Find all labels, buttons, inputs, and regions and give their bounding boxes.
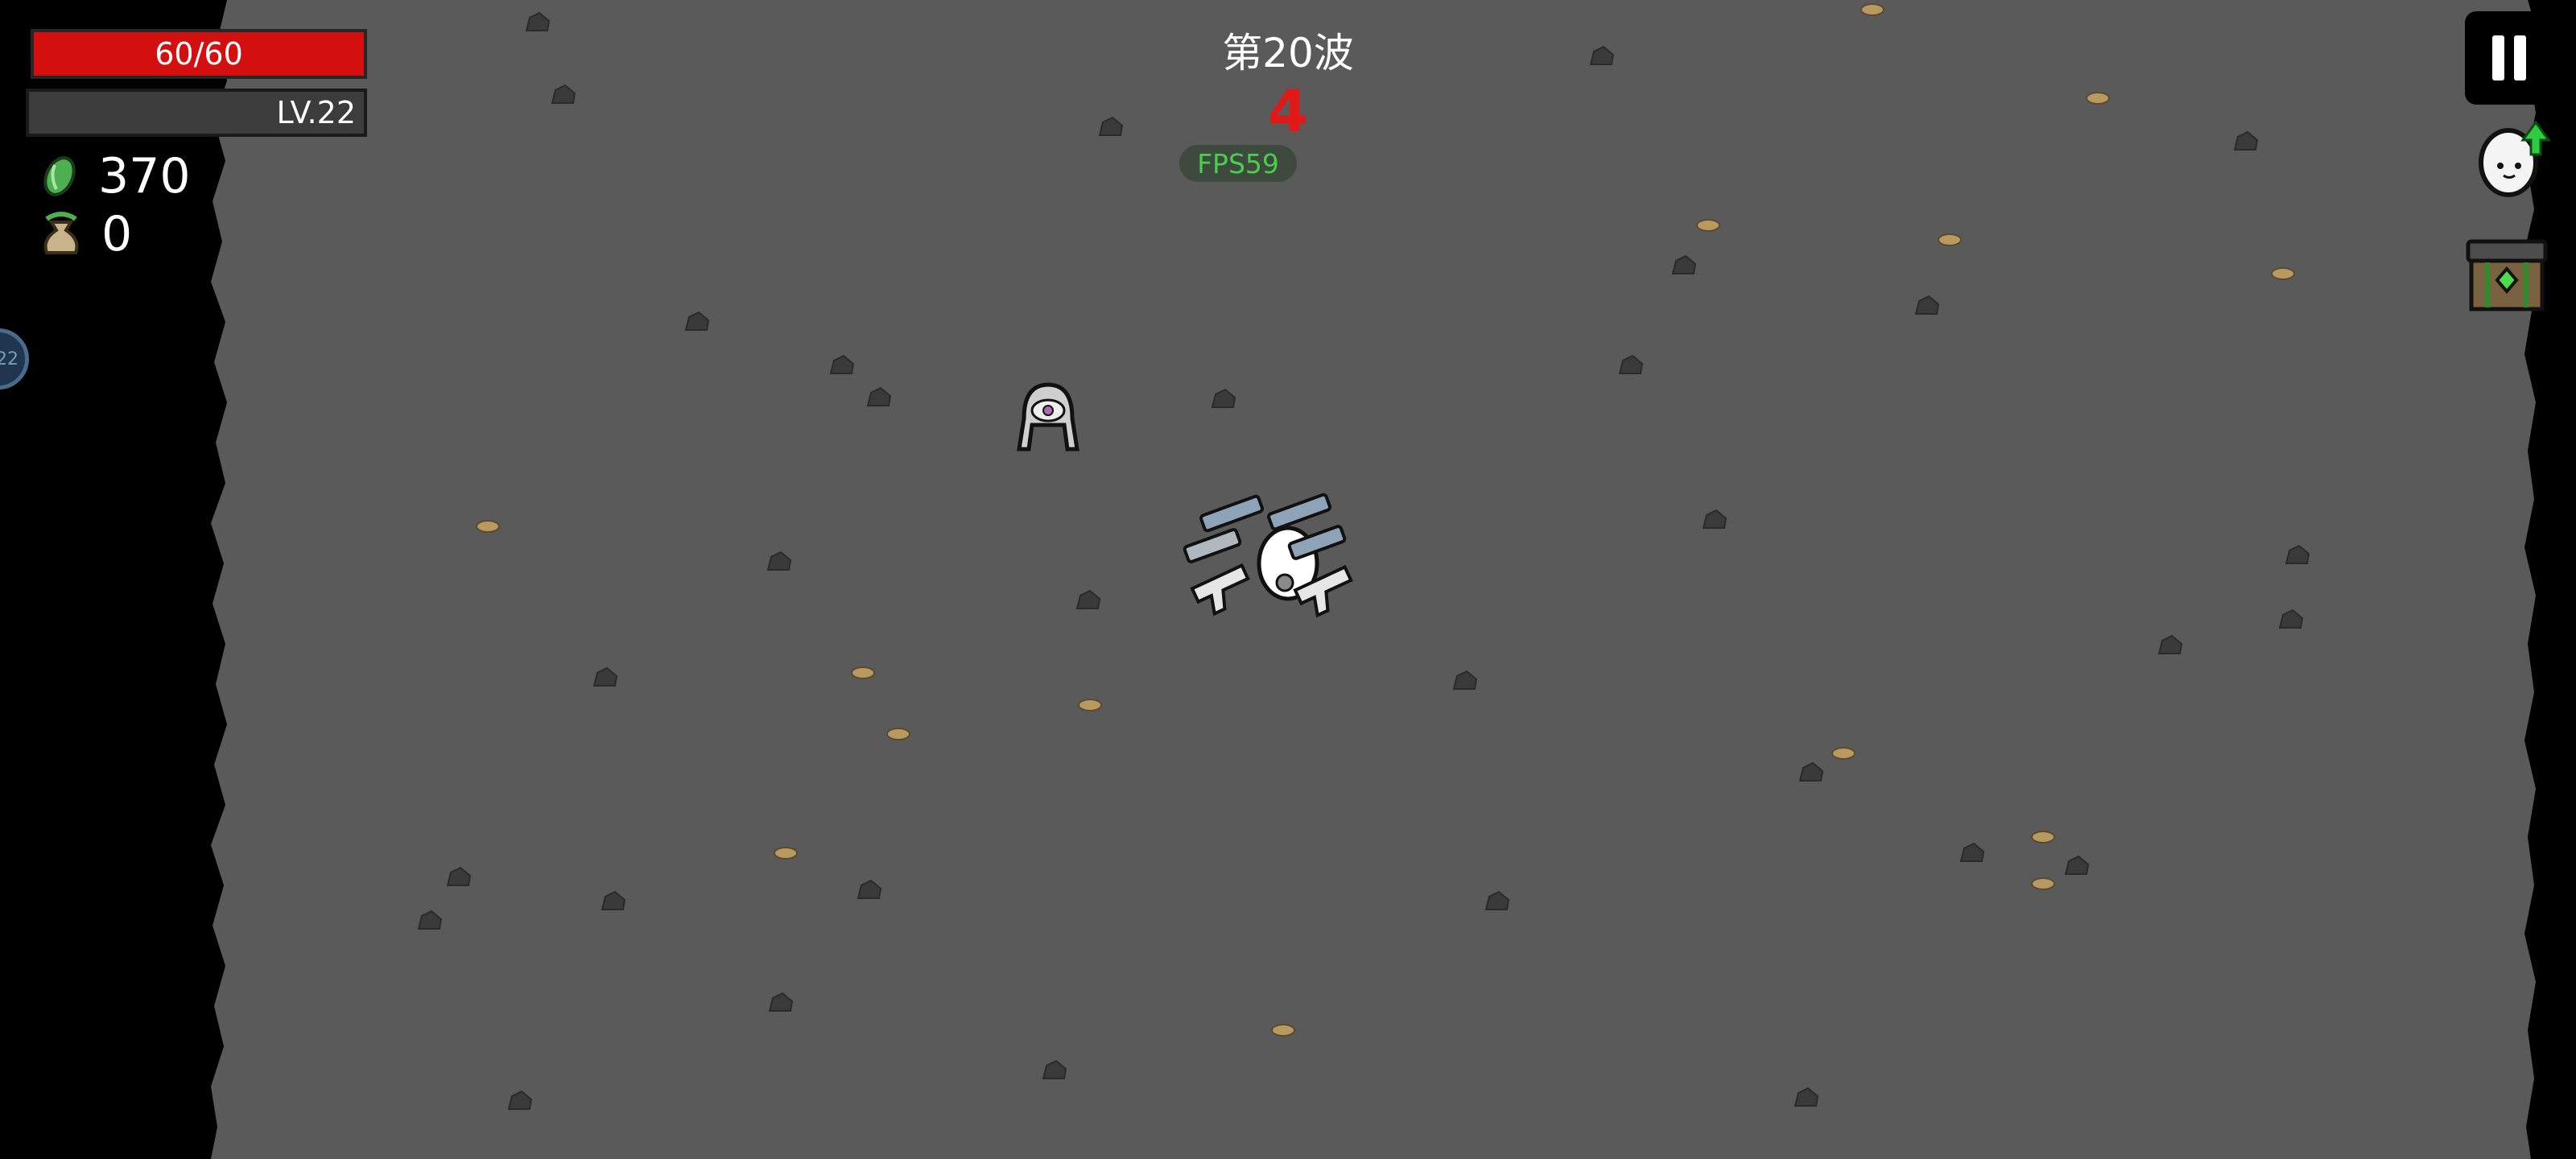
fps-text: FPS59 [1197,147,1279,179]
materials-value: 370 [98,148,191,204]
health-text: 60/60 [155,36,243,72]
wave-countdown: 4 [1267,77,1309,145]
side-badge-text: 22 [0,349,19,369]
level-text: LV.22 [276,95,356,130]
bags-value: 0 [101,206,133,262]
loot-crate-icon[interactable] [2463,233,2552,319]
health-bar: 60/60 [31,29,367,79]
arena-ground [211,0,2537,1159]
bags-counter: 0 [39,206,132,262]
egg-levelup-icon[interactable] [2471,119,2552,200]
level-bar: LV.22 [26,89,367,137]
wave-title: 第20波 [1222,30,1354,76]
materials-counter: 370 [39,148,191,204]
money-bag-icon [43,212,79,254]
pause-button[interactable] [2465,11,2553,105]
green-gem-icon [43,156,76,196]
fps-counter: FPS59 [1179,145,1297,182]
